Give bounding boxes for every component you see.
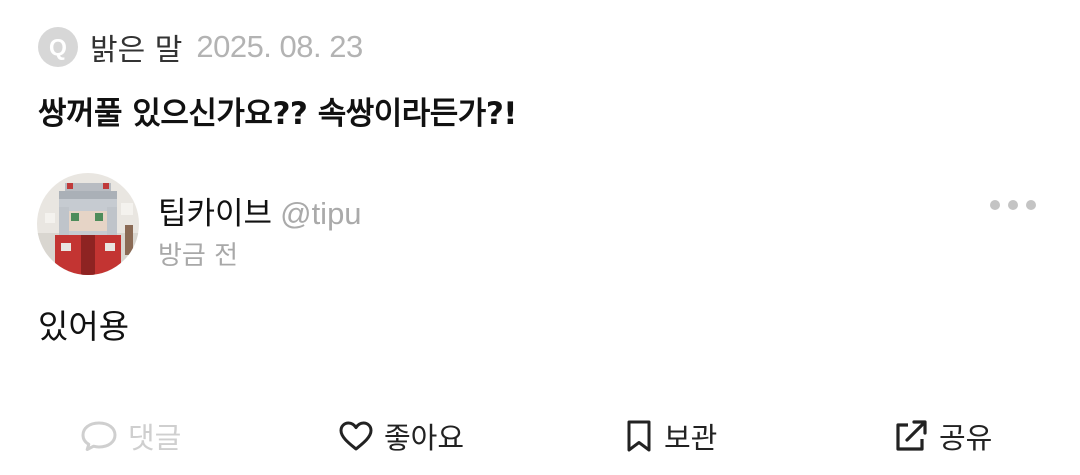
question-author[interactable]: 밝은 말 bbox=[90, 25, 182, 69]
share-icon bbox=[896, 420, 927, 451]
answer-author: 팁카이브 @tipu bbox=[158, 188, 362, 233]
like-label: 좋아요 bbox=[384, 421, 465, 455]
comment-button[interactable]: 댓글 bbox=[80, 414, 181, 458]
more-dot-icon bbox=[1008, 200, 1018, 210]
save-button[interactable]: 보관 bbox=[624, 414, 717, 458]
question-date: 2025. 08. 23 bbox=[196, 29, 363, 64]
like-button[interactable]: 좋아요 bbox=[338, 414, 464, 458]
avatar[interactable] bbox=[37, 173, 139, 275]
bookmark-icon bbox=[627, 420, 651, 452]
save-label: 보관 bbox=[664, 421, 718, 455]
more-options-button[interactable] bbox=[990, 192, 1036, 218]
author-handle[interactable]: @tipu bbox=[280, 196, 361, 231]
comment-icon bbox=[81, 421, 117, 451]
question-text: 쌍꺼풀 있으신가요?? 속쌍이라든가?! bbox=[38, 96, 517, 132]
post-time: 방금 전 bbox=[158, 241, 239, 271]
question-badge: Q bbox=[38, 27, 78, 67]
more-dot-icon bbox=[1026, 200, 1036, 210]
more-dot-icon bbox=[990, 200, 1000, 210]
share-label: 공유 bbox=[939, 421, 993, 455]
author-name[interactable]: 팁카이브 bbox=[158, 196, 272, 232]
question-header: Q 밝은 말 2025. 08. 23 bbox=[38, 26, 363, 68]
share-button[interactable]: 공유 bbox=[893, 414, 992, 458]
answer-text: 있어용 bbox=[38, 307, 130, 346]
comment-label: 댓글 bbox=[128, 421, 182, 455]
heart-icon bbox=[339, 421, 373, 451]
pixel-character-avatar-icon bbox=[37, 173, 139, 275]
